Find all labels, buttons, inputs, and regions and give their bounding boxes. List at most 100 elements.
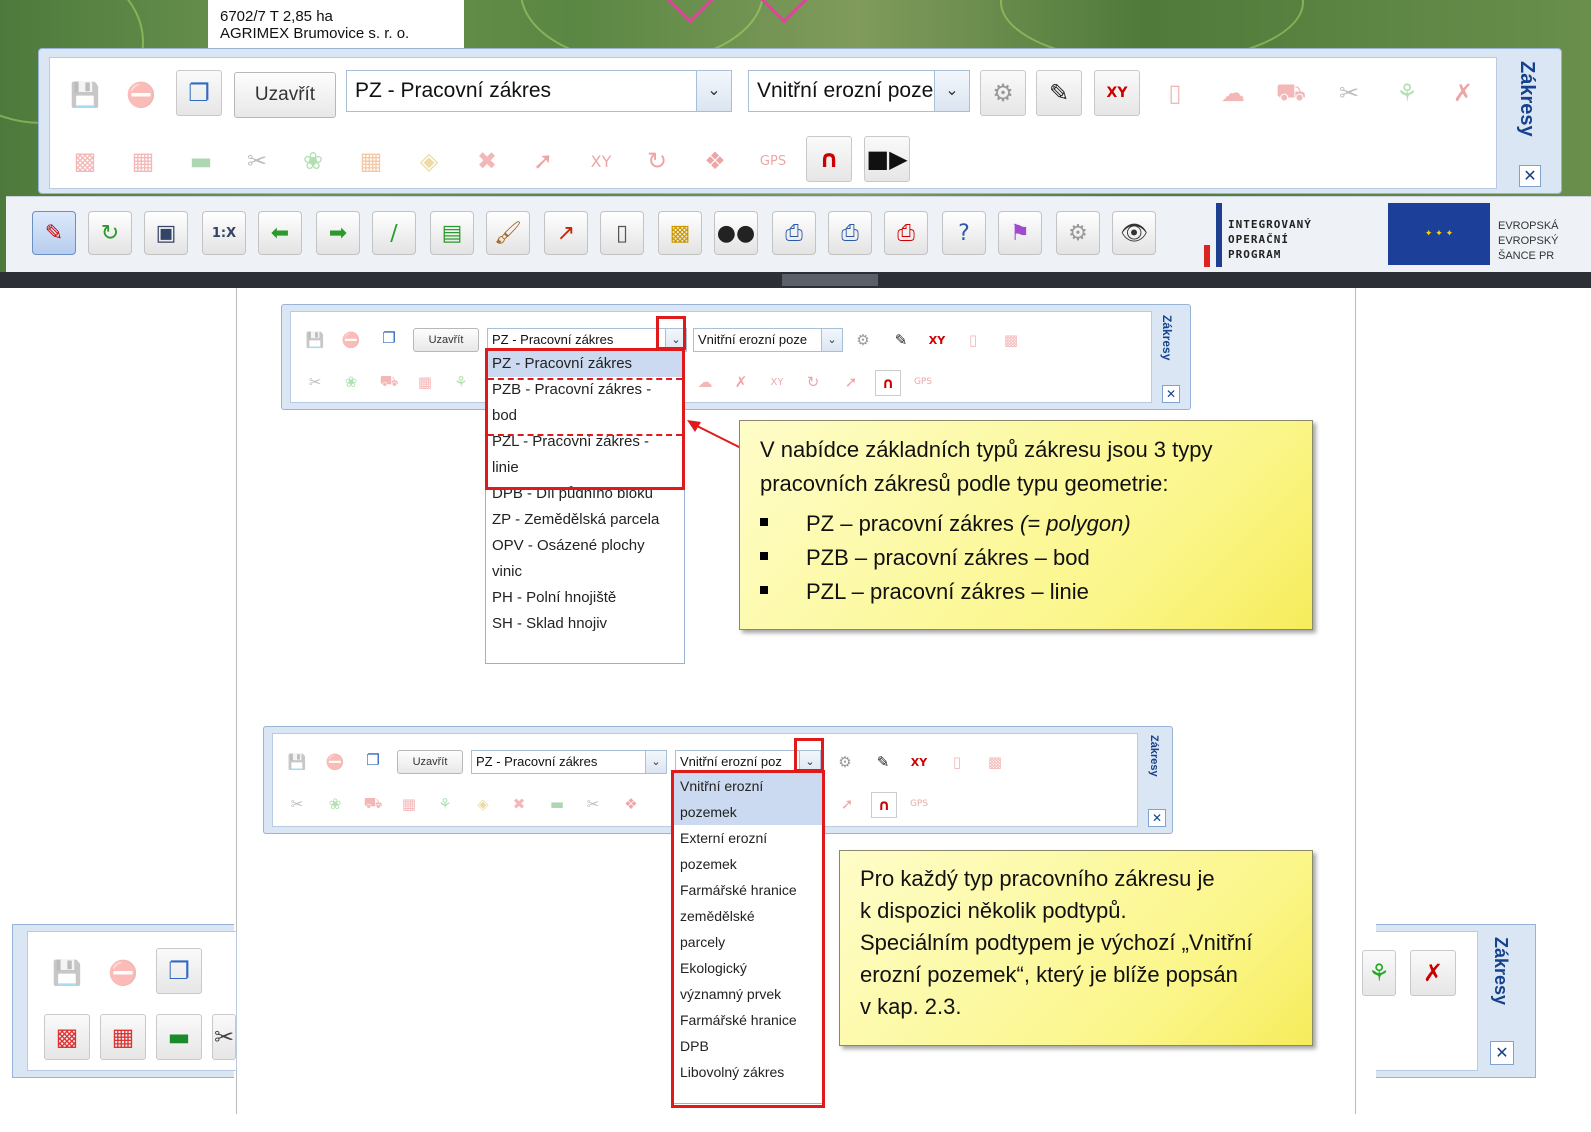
cross-shape-icon[interactable]: ✖ xyxy=(464,138,510,184)
map-book-icon[interactable]: ▤ xyxy=(430,211,474,255)
delete-icon[interactable]: ⛔ xyxy=(118,72,164,118)
export-icon[interactable]: ↗ xyxy=(544,211,588,255)
scale-icon[interactable]: 1:X xyxy=(202,211,246,255)
pencil-edit-icon[interactable]: ✎ xyxy=(1036,70,1082,116)
gps-icon[interactable]: GPS xyxy=(750,138,796,184)
help-icon[interactable]: ? xyxy=(942,211,986,255)
cut-flower-icon[interactable]: ⚘ xyxy=(1384,70,1430,116)
dropdown-option[interactable]: OPV - Osázené plochy xyxy=(486,533,684,559)
settings-gear-icon[interactable]: ⚙ xyxy=(1056,211,1100,255)
gps-icon[interactable]: GPS xyxy=(907,792,931,816)
dropdown-option-continued[interactable]: vinic xyxy=(486,559,684,585)
windows-icon[interactable]: ❐ xyxy=(361,748,385,772)
dropdown-option[interactable]: PH - Polní hnojiště xyxy=(486,585,684,611)
map-parcel-marker[interactable] xyxy=(758,0,810,24)
flower-icon[interactable]: ❀ xyxy=(290,138,336,184)
eraser-icon[interactable]: ▯ xyxy=(945,750,969,774)
windows-icon[interactable]: ❐ xyxy=(377,326,401,350)
tractor-icon[interactable]: ⛟ xyxy=(1268,70,1314,116)
back-arrow-icon[interactable]: ⬅ xyxy=(258,211,302,255)
save-icon[interactable]: 💾 xyxy=(62,72,108,118)
arrow-line-icon[interactable]: ➚ xyxy=(839,370,863,394)
split-polygon-icon[interactable]: ▦ xyxy=(413,370,437,394)
cancel-x-icon[interactable]: ✗ xyxy=(1440,70,1486,116)
xy-line-icon[interactable]: XY xyxy=(578,138,624,184)
cut-icon[interactable]: ✂ xyxy=(212,1014,236,1060)
rotate-icon[interactable]: ↻ xyxy=(634,138,680,184)
save-icon[interactable]: 💾 xyxy=(285,750,309,774)
cut-icon[interactable]: ✂ xyxy=(303,370,327,394)
save-icon[interactable]: 💾 xyxy=(303,328,327,352)
cancel-x-icon[interactable]: ✗ xyxy=(1410,950,1456,996)
scrollbar-thumb[interactable] xyxy=(782,274,878,286)
document-icon[interactable]: ▯ xyxy=(600,211,644,255)
cloud-shape-icon[interactable]: ☁ xyxy=(693,370,717,394)
settings-gear-icon[interactable]: ⚙ xyxy=(833,750,857,774)
eraser-icon[interactable]: ▯ xyxy=(1152,70,1198,116)
windows-icon[interactable]: ❐ xyxy=(156,948,202,994)
shape-icon[interactable]: ◈ xyxy=(471,792,495,816)
xy-polygon-icon[interactable]: XY xyxy=(925,328,949,352)
xy-polygon-icon[interactable]: XY xyxy=(1094,70,1140,116)
flower-icon[interactable]: ❀ xyxy=(339,370,363,394)
measure-icon[interactable]: ∕ xyxy=(372,211,416,255)
rotate-icon[interactable]: ↻ xyxy=(801,370,825,394)
chevron-down-icon[interactable]: ⌄ xyxy=(934,71,969,111)
drawing-tool-icon[interactable]: ✎ xyxy=(32,211,76,255)
close-button[interactable]: Uzavřít xyxy=(234,72,336,118)
close-button[interactable]: Uzavřít xyxy=(413,328,479,352)
fill-polygon-icon[interactable]: ▬ xyxy=(545,792,569,816)
close-button[interactable]: Uzavřít xyxy=(397,750,463,774)
pencil-edit-icon[interactable]: ✎ xyxy=(889,328,913,352)
arrow-line-icon[interactable]: ➚ xyxy=(835,792,859,816)
remove-polygon-icon[interactable]: ▩ xyxy=(999,328,1023,352)
move-vertex-icon[interactable]: ❖ xyxy=(619,792,643,816)
remove-polygon-icon[interactable]: ▩ xyxy=(44,1014,90,1060)
settings-gear-icon[interactable]: ⚙ xyxy=(980,70,1026,116)
drawing-subtype-select[interactable]: Vnitřní erozní poze ⌄ xyxy=(748,70,970,112)
magnet-snap-icon[interactable]: ∩ xyxy=(875,370,901,396)
eye-icon[interactable]: 👁 xyxy=(1112,211,1156,255)
close-x-icon[interactable]: ✕ xyxy=(1162,385,1180,403)
flower-icon[interactable]: ❀ xyxy=(323,792,347,816)
cut-polygon-icon[interactable]: ✂ xyxy=(1326,70,1372,116)
cut-icon[interactable]: ✂ xyxy=(581,792,605,816)
drawing-type-select[interactable]: PZ - Pracovní zákres ⌄ xyxy=(471,750,667,774)
cut-icon[interactable]: ✂ xyxy=(285,792,309,816)
grid-icon[interactable]: ▦ xyxy=(348,138,394,184)
forward-arrow-icon[interactable]: ➡ xyxy=(316,211,360,255)
image-export-icon[interactable]: ▩ xyxy=(658,211,702,255)
remove-polygon-icon[interactable]: ▩ xyxy=(983,750,1007,774)
print-preview-icon[interactable]: ⎙ xyxy=(828,211,872,255)
flag-icon[interactable]: ⚑ xyxy=(998,211,1042,255)
horizontal-scrollbar[interactable] xyxy=(0,272,1591,288)
arrow-line-icon[interactable]: ➚ xyxy=(520,138,566,184)
move-vertex-icon[interactable]: ❖ xyxy=(692,138,738,184)
cut-flower-icon[interactable]: ⚘ xyxy=(449,370,473,394)
brush-icon[interactable]: 🖌 xyxy=(486,211,530,255)
chevron-down-icon[interactable]: ⌄ xyxy=(821,329,842,351)
shape-icon[interactable]: ◈ xyxy=(406,138,452,184)
video-camera-icon[interactable]: ■▶ xyxy=(864,136,910,182)
close-x-icon[interactable]: ✕ xyxy=(1148,809,1166,827)
xy-line-icon[interactable]: XY xyxy=(765,370,789,394)
refresh-icon[interactable]: ↻ xyxy=(88,211,132,255)
settings-gear-icon[interactable]: ⚙ xyxy=(851,328,875,352)
save-icon[interactable]: 💾 xyxy=(44,950,90,996)
tractor-icon[interactable]: ⛟ xyxy=(361,792,385,816)
zoom-window-icon[interactable]: ▣ xyxy=(144,211,188,255)
cut-icon[interactable]: ✂ xyxy=(234,138,280,184)
eraser-icon[interactable]: ▯ xyxy=(961,328,985,352)
chevron-down-icon[interactable]: ⌄ xyxy=(645,751,666,773)
delete-icon[interactable]: ⛔ xyxy=(323,750,347,774)
fill-polygon-icon[interactable]: ▬ xyxy=(178,138,224,184)
pencil-edit-icon[interactable]: ✎ xyxy=(871,750,895,774)
split-polygon-icon[interactable]: ▦ xyxy=(120,138,166,184)
chevron-down-icon[interactable]: ⌄ xyxy=(696,71,731,111)
remove-polygon-icon[interactable]: ▩ xyxy=(62,138,108,184)
cloud-shape-icon[interactable]: ☁ xyxy=(1210,70,1256,116)
close-x-icon[interactable]: ✕ xyxy=(1490,1041,1514,1065)
cross-shape-icon[interactable]: ✖ xyxy=(507,792,531,816)
gps-icon[interactable]: GPS xyxy=(911,370,935,394)
xy-polygon-icon[interactable]: XY xyxy=(907,750,931,774)
